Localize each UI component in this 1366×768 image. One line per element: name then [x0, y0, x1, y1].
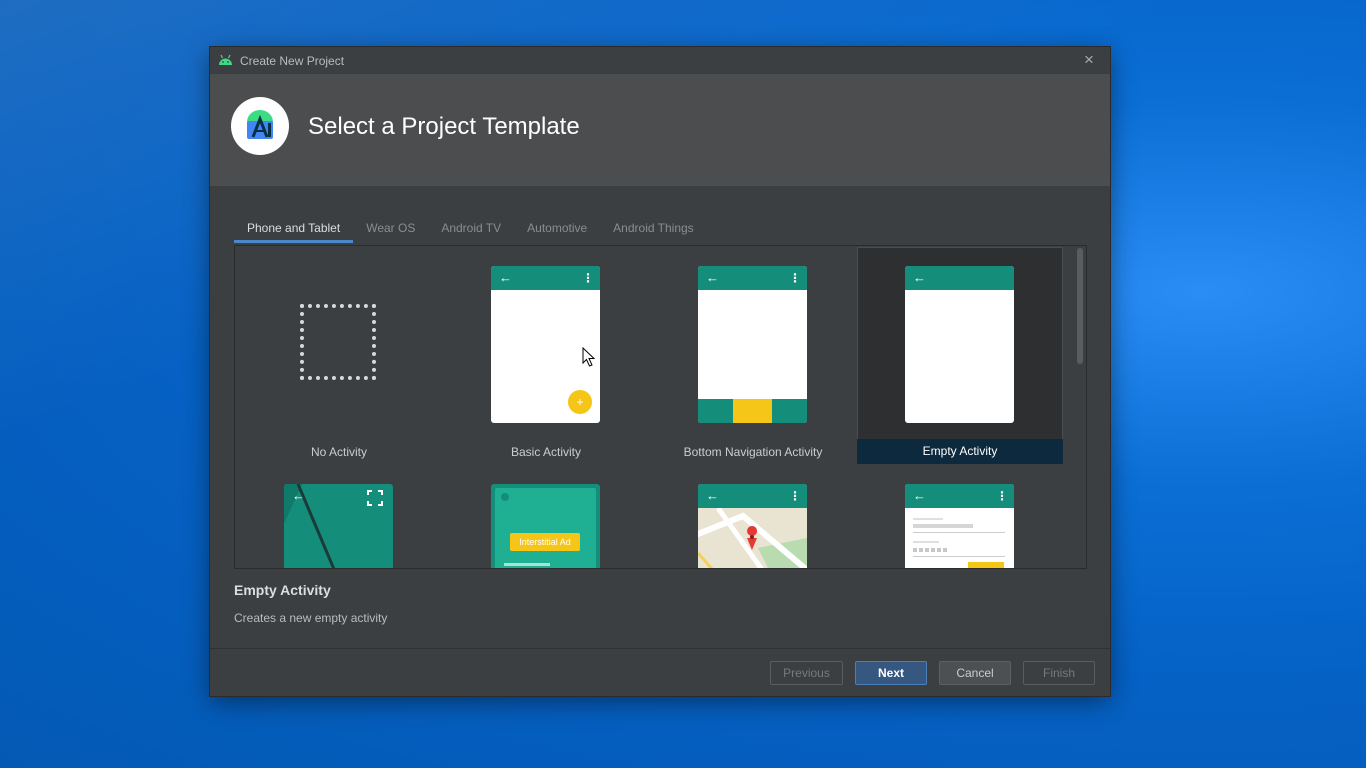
- android-studio-logo-icon: [231, 97, 289, 155]
- template-basic-activity[interactable]: ← ⋮ + Basic Activity: [443, 247, 649, 464]
- tab-automotive[interactable]: Automotive: [514, 215, 600, 242]
- map-icon: [698, 508, 807, 568]
- finish-button[interactable]: Finish: [1023, 661, 1095, 685]
- bottom-navigation-bar: [698, 399, 807, 423]
- android-icon: [219, 54, 232, 65]
- next-button[interactable]: Next: [855, 661, 927, 685]
- app-bar: ← ⋮: [491, 266, 600, 290]
- template-tabs: Phone and Tablet Wear OS Android TV Auto…: [234, 215, 707, 243]
- back-arrow-icon: ←: [706, 270, 719, 285]
- overflow-menu-icon: ⋮: [789, 271, 801, 285]
- grid-scrollbar[interactable]: [1077, 248, 1083, 364]
- fullscreen-icon: [367, 490, 383, 506]
- create-project-dialog: Create New Project × Select a Project Te…: [210, 47, 1110, 696]
- tab-phone-and-tablet[interactable]: Phone and Tablet: [234, 215, 354, 243]
- back-arrow-icon: ←: [706, 488, 719, 503]
- maps-preview: ← ⋮: [698, 484, 807, 568]
- login-preview: ← ⋮: [905, 484, 1014, 568]
- app-bar: ← ⋮: [698, 484, 807, 508]
- window-title: Create New Project: [240, 54, 345, 68]
- template-no-activity[interactable]: No Activity: [236, 247, 442, 464]
- overflow-menu-icon: ⋮: [789, 489, 801, 503]
- tab-wear-os[interactable]: Wear OS: [353, 215, 428, 242]
- tab-android-tv[interactable]: Android TV: [428, 215, 514, 242]
- fullscreen-preview: ←: [284, 484, 393, 568]
- app-bar: ← ⋮: [698, 266, 807, 290]
- app-bar: ←: [905, 266, 1014, 290]
- template-bottom-navigation-activity[interactable]: ← ⋮ Bottom Navigation Activity: [650, 247, 856, 464]
- header-banner: Select a Project Template: [210, 74, 1110, 186]
- page-title: Select a Project Template: [308, 113, 580, 140]
- template-login-activity[interactable]: ← ⋮: [857, 484, 1063, 568]
- close-icon[interactable]: ×: [1080, 51, 1098, 69]
- overflow-menu-icon: ⋮: [996, 489, 1008, 503]
- app-bar: ← ⋮: [905, 484, 1014, 508]
- basic-activity-preview: ← ⋮ +: [491, 266, 600, 423]
- bottom-navigation-preview: ← ⋮: [698, 266, 807, 423]
- back-arrow-icon: ←: [499, 270, 512, 285]
- back-arrow-icon: ←: [913, 270, 926, 285]
- template-google-maps-activity[interactable]: ← ⋮: [650, 484, 856, 568]
- template-label: Basic Activity: [510, 445, 582, 459]
- overflow-menu-icon: ⋮: [582, 271, 594, 285]
- template-interstitial-ad[interactable]: Interstitial Ad: [443, 484, 649, 568]
- mouse-cursor-icon: [582, 347, 596, 367]
- template-label: Bottom Navigation Activity: [683, 445, 823, 459]
- interstitial-ad-label: Interstitial Ad: [510, 533, 580, 551]
- fab-icon: +: [568, 390, 592, 414]
- previous-button[interactable]: Previous: [770, 661, 843, 685]
- template-label: No Activity: [310, 445, 367, 459]
- tab-android-things[interactable]: Android Things: [600, 215, 707, 242]
- title-bar: Create New Project ×: [210, 47, 1110, 75]
- template-label: Empty Activity: [857, 439, 1063, 464]
- cancel-button[interactable]: Cancel: [939, 661, 1011, 685]
- empty-activity-preview: ←: [905, 266, 1014, 423]
- template-empty-activity[interactable]: ← Empty Activity: [857, 247, 1063, 464]
- template-description-title: Empty Activity: [234, 582, 331, 598]
- template-grid: No Activity ← ⋮ + Basic Activity ← ⋮ Bot…: [234, 245, 1087, 569]
- template-description-text: Creates a new empty activity: [234, 611, 388, 625]
- back-arrow-icon: ←: [913, 488, 926, 503]
- interstitial-ad-preview: Interstitial Ad: [491, 484, 600, 568]
- template-fullscreen-activity[interactable]: ←: [236, 484, 442, 568]
- footer-divider: [210, 648, 1110, 649]
- empty-placeholder-icon: [300, 304, 376, 380]
- back-arrow-icon: ←: [292, 488, 305, 503]
